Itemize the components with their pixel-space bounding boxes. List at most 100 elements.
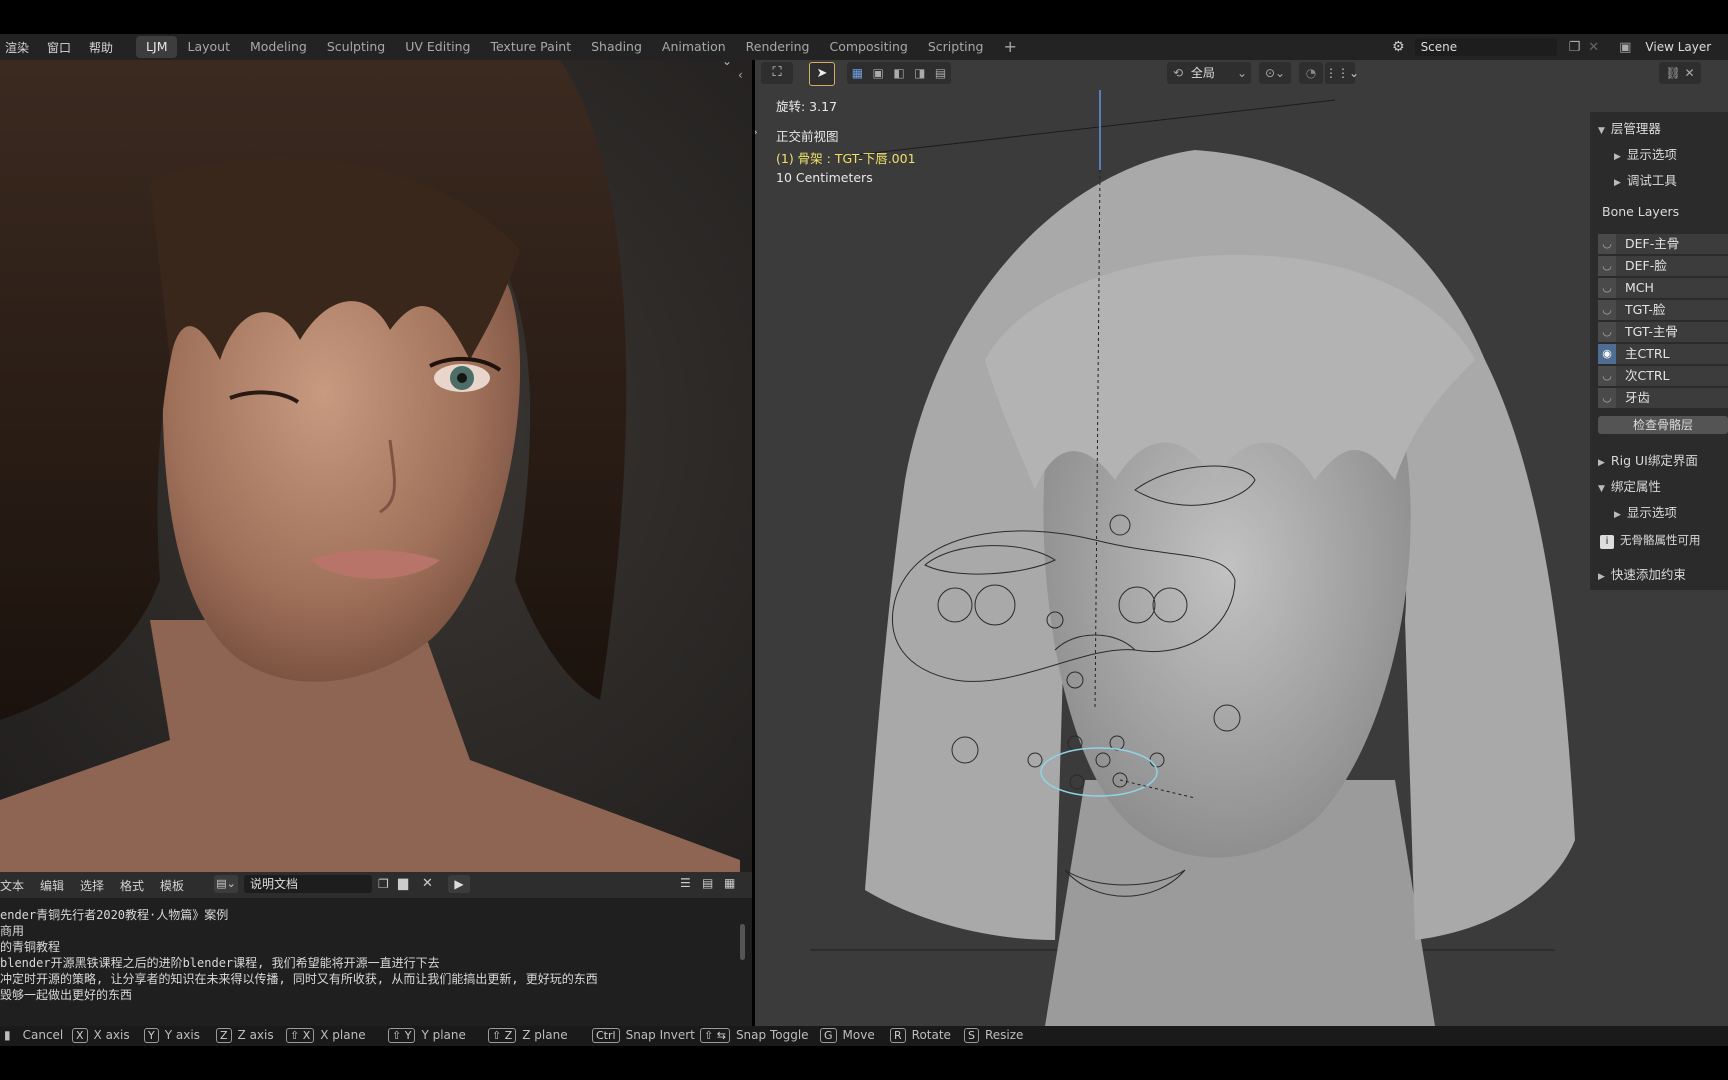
text-editor[interactable]: 文本 编辑 选择 格式 模板 ▤⌄ 说明文档 ❐ ▆ ✕ ▶ ☰ ▤ ▦ end… [0, 872, 752, 1026]
subpanel-display-options-2[interactable]: ▶ 显示选项 [1614, 502, 1728, 522]
subpanel-debug-tools[interactable]: ▶ 调试工具 [1614, 170, 1728, 190]
unlink-icon[interactable]: ✕ [422, 876, 433, 891]
hint-z-plane: ⇧ ZZ plane [488, 1028, 568, 1043]
visibility-icon[interactable]: ◡ [1598, 322, 1616, 342]
tab-compositing[interactable]: Compositing [819, 36, 917, 58]
select-subtract-icon[interactable]: ◧ [893, 66, 904, 80]
view-layer-icon[interactable]: ▣ [1619, 40, 1631, 55]
tab-sculpting[interactable]: Sculpting [317, 36, 395, 58]
tab-uv-editing[interactable]: UV Editing [395, 36, 480, 58]
visibility-icon[interactable]: ◡ [1598, 234, 1616, 254]
view-name: 正交前视图 [776, 129, 839, 144]
select-mode-group[interactable]: ▦ ▣ ◧ ◨ ▤ [847, 62, 951, 84]
bone-layer-row[interactable]: ◡ MCH [1598, 278, 1728, 300]
bone-layer-row[interactable]: ◡ DEF-主骨 [1598, 234, 1728, 256]
hint-y-plane: ⇧ YY plane [388, 1028, 466, 1043]
open-folder-icon[interactable]: ▆ [398, 876, 408, 891]
expanded-icon: ▼ [1598, 126, 1605, 136]
collapsed-icon: ▶ [1614, 178, 1621, 188]
hint-x-plane: ⇧ XX plane [286, 1028, 366, 1043]
tab-layout[interactable]: Layout [177, 36, 240, 58]
hint-snap-invert: Ctrl Snap Invert [592, 1028, 695, 1043]
expand-toolbar-icon[interactable]: › [755, 125, 758, 139]
visibility-icon[interactable]: ◡ [1598, 300, 1616, 320]
dropdown-chevron-icon[interactable]: ⌄ [722, 60, 732, 68]
text-editor-header: 文本 编辑 选择 格式 模板 ▤⌄ 说明文档 ❐ ▆ ✕ ▶ ☰ ▤ ▦ [0, 872, 752, 898]
text-scrollbar[interactable] [740, 924, 745, 960]
bone-layer-row[interactable]: ◡ 次CTRL [1598, 366, 1728, 388]
new-scene-icon[interactable]: ❐ [1569, 40, 1581, 55]
bone-layer-row[interactable]: ◡ DEF-脸 [1598, 256, 1728, 278]
scene-name-field[interactable]: Scene [1414, 38, 1557, 56]
panel-rig-ui[interactable]: ▶ Rig UI绑定界面 [1598, 450, 1728, 470]
chevron-down-icon: ⌄ [1236, 66, 1247, 80]
render-view: ‹ ⌄ [0, 60, 752, 872]
bone-layer-row[interactable]: ◡ TGT-脸 [1598, 300, 1728, 322]
run-script-icon[interactable]: ▶ [448, 875, 470, 893]
hint-x-axis: XX axis [72, 1028, 130, 1043]
select-intersect-icon[interactable]: ▤ [935, 66, 946, 80]
line-numbers-icon[interactable]: ☰ [680, 876, 691, 890]
word-wrap-icon[interactable]: ▤ [702, 876, 713, 890]
menu-help[interactable]: 帮助 [80, 39, 122, 56]
text-line: ender青铜先行者2020教程·人物篇》案例 [0, 908, 229, 922]
text-line: 商用 [0, 924, 25, 938]
text-line: 的青铜教程 [0, 940, 61, 954]
visibility-icon[interactable]: ◡ [1598, 388, 1616, 408]
visibility-icon[interactable]: ◡ [1598, 256, 1616, 276]
remove-scene-icon[interactable]: ✕ [1588, 40, 1599, 55]
check-layers-button[interactable]: 检查骨骼层 [1598, 416, 1728, 434]
tab-texture-paint[interactable]: Texture Paint [480, 36, 581, 58]
tab-rendering[interactable]: Rendering [736, 36, 820, 58]
snap-target-dropdown[interactable]: ⋮⋮⌄ [1325, 62, 1359, 84]
editor-type-button[interactable]: ⛶ [761, 62, 793, 84]
tab-ljm[interactable]: LJM [136, 36, 178, 58]
menu-format[interactable]: 格式 [120, 877, 144, 894]
scene-icon[interactable]: ⚙ [1392, 39, 1405, 55]
text-browse-icon[interactable]: ▤⌄ [214, 875, 238, 893]
select-new-icon[interactable]: ▦ [852, 66, 863, 80]
tab-animation[interactable]: Animation [652, 36, 736, 58]
3d-viewport[interactable]: ⛶ ➤ ▦ ▣ ◧ ◨ ▤ ⟲ 全局 ⌄ ⊙⌄ ◔ ⋮⋮⌄ ⛓ ✕ › 旋转: … [755, 60, 1728, 1026]
panel-layer-manager[interactable]: ▼ 层管理器 [1598, 118, 1728, 138]
new-text-icon[interactable]: ❐ [378, 877, 389, 891]
menu-text[interactable]: 文本 [0, 877, 24, 894]
select-invert-icon[interactable]: ◨ [914, 66, 925, 80]
no-properties-message: i 无骨骼属性可用 [1600, 532, 1728, 552]
collapse-region-icon[interactable]: ‹ [738, 68, 743, 82]
menu-render[interactable]: 渲染 [0, 39, 38, 56]
text-line: blender开源黑铁课程之后的进阶blender课程, 我们希望能将开源一直进… [0, 956, 440, 970]
menu-select[interactable]: 选择 [80, 877, 104, 894]
hint-snap-toggle: ⇧ ⇆ Snap Toggle [700, 1028, 809, 1043]
top-bar: 渲染 窗口 帮助 LJM Layout Modeling Sculpting U… [0, 34, 1728, 60]
add-workspace-icon[interactable]: + [993, 36, 1026, 58]
hint-y-axis: YY axis [144, 1028, 200, 1043]
bone-layer-row[interactable]: ◡ TGT-主骨 [1598, 322, 1728, 344]
gizmo-toggle-button[interactable]: ⛓ ✕ [1659, 62, 1701, 84]
eye-icon[interactable]: ◉ [1598, 344, 1616, 364]
subpanel-display-options[interactable]: ▶ 显示选项 [1614, 144, 1728, 164]
tab-scripting[interactable]: Scripting [918, 36, 994, 58]
document-name-field[interactable]: 说明文档 [244, 875, 372, 893]
transform-orientation-dropdown[interactable]: ⟲ 全局 ⌄ [1167, 62, 1251, 84]
visibility-icon[interactable]: ◡ [1598, 278, 1616, 298]
select-extend-icon[interactable]: ▣ [873, 66, 884, 80]
menu-templates[interactable]: 模板 [160, 877, 184, 894]
bone-layers-label: Bone Layers [1602, 204, 1680, 219]
visibility-icon[interactable]: ◡ [1598, 366, 1616, 386]
menu-window[interactable]: 窗口 [38, 39, 80, 56]
bone-layer-row[interactable]: ◡ 牙齿 [1598, 388, 1728, 410]
tab-modeling[interactable]: Modeling [240, 36, 317, 58]
panel-quick-constraints[interactable]: ▶ 快速添加约束 [1598, 564, 1728, 584]
status-bar: ▮ Cancel XX axis YY axis ZZ axis ⇧ XX pla… [0, 1026, 1728, 1046]
collapsed-icon: ▶ [1598, 572, 1605, 582]
tab-shading[interactable]: Shading [581, 36, 652, 58]
pivot-point-dropdown[interactable]: ⊙⌄ [1259, 62, 1291, 84]
select-tool-button[interactable]: ➤ [809, 62, 835, 86]
panel-rig-properties[interactable]: ▼ 绑定属性 [1598, 476, 1728, 496]
syntax-highlight-icon[interactable]: ▦ [724, 876, 735, 890]
view-layer-field[interactable]: View Layer [1645, 40, 1711, 54]
bone-layer-row[interactable]: ◉ 主CTRL [1598, 344, 1728, 366]
menu-edit[interactable]: 编辑 [40, 877, 64, 894]
snap-toggle-button[interactable]: ◔ [1299, 62, 1323, 84]
